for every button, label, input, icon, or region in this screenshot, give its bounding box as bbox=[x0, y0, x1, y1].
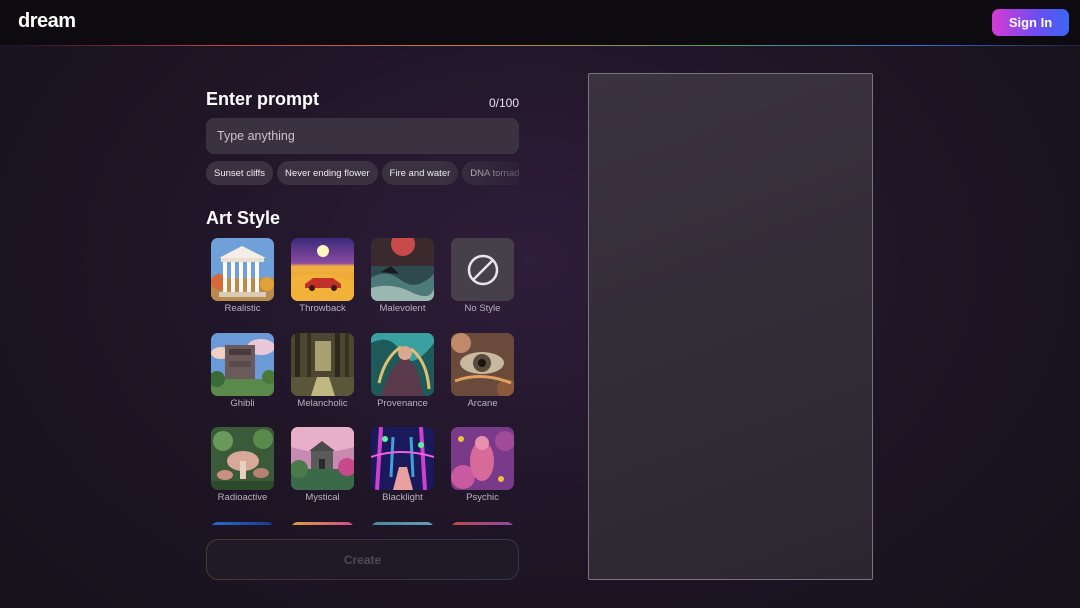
melancholic-thumbnail bbox=[291, 333, 354, 396]
ghibli-thumbnail bbox=[211, 333, 274, 396]
style-label: Throwback bbox=[299, 303, 346, 314]
style-option-provenance[interactable]: Provenance bbox=[366, 328, 439, 414]
style-label: No Style bbox=[464, 303, 501, 314]
style-option-arcane[interactable]: Arcane bbox=[446, 328, 519, 414]
style-label: Provenance bbox=[377, 398, 428, 409]
blacklight-thumbnail bbox=[371, 427, 434, 490]
art-style-heading: Art Style bbox=[206, 208, 281, 228]
style-label: Mystical bbox=[305, 492, 340, 503]
top-bar: dream Sign In bbox=[0, 0, 1080, 46]
style-label: Blacklight bbox=[382, 492, 423, 503]
style-option-partial[interactable] bbox=[286, 517, 359, 525]
style-label: Melancholic bbox=[297, 398, 348, 409]
no-style-icon bbox=[451, 238, 514, 301]
suggestion-chip[interactable]: Fire and water bbox=[381, 161, 459, 185]
style-option-radioactive[interactable]: Radioactive bbox=[206, 422, 279, 508]
sign-in-button[interactable]: Sign In bbox=[992, 9, 1069, 36]
provenance-thumbnail bbox=[371, 333, 434, 396]
prompt-input[interactable] bbox=[206, 118, 519, 154]
mystical-thumbnail bbox=[291, 427, 354, 490]
logo[interactable]: dream bbox=[18, 10, 76, 33]
style-option-malevolent[interactable]: Malevolent bbox=[366, 233, 439, 319]
style-option-blacklight[interactable]: Blacklight bbox=[366, 422, 439, 508]
suggestion-chip[interactable]: Never ending flower bbox=[277, 161, 378, 185]
style-label: Realistic bbox=[224, 303, 261, 314]
throwback-thumbnail bbox=[291, 238, 354, 301]
character-counter: 0/100 bbox=[488, 96, 519, 110]
suggestion-chip[interactable]: DNA tornado bbox=[462, 161, 519, 185]
style-label: Malevolent bbox=[379, 303, 426, 314]
malevolent-thumbnail bbox=[371, 238, 434, 301]
style-label: Psychic bbox=[466, 492, 499, 503]
suggestion-chip[interactable]: Sunset cliffs bbox=[206, 161, 274, 185]
style-option-melancholic[interactable]: Melancholic bbox=[286, 328, 359, 414]
style-label: Arcane bbox=[467, 398, 498, 409]
create-button[interactable]: Create bbox=[206, 539, 519, 580]
style-thumbnail-partial bbox=[451, 522, 514, 525]
style-option-partial[interactable] bbox=[366, 517, 439, 525]
psychic-thumbnail bbox=[451, 427, 514, 490]
radioactive-thumbnail bbox=[211, 427, 274, 490]
style-label: Ghibli bbox=[230, 398, 255, 409]
style-label: Radioactive bbox=[217, 492, 268, 503]
style-thumbnail-partial bbox=[211, 522, 274, 525]
style-option-psychic[interactable]: Psychic bbox=[446, 422, 519, 508]
style-option-realistic[interactable]: Realistic bbox=[206, 233, 279, 319]
art-style-grid: Realistic Throwback Malevolent No Style … bbox=[206, 233, 526, 525]
style-option-partial[interactable] bbox=[446, 517, 519, 525]
style-option-no-style[interactable]: No Style bbox=[446, 233, 519, 319]
realistic-thumbnail bbox=[211, 238, 274, 301]
style-option-throwback[interactable]: Throwback bbox=[286, 233, 359, 319]
style-option-partial[interactable] bbox=[206, 517, 279, 525]
image-preview-panel bbox=[588, 73, 873, 580]
prompt-heading: Enter prompt bbox=[206, 89, 320, 109]
arcane-thumbnail bbox=[451, 333, 514, 396]
style-option-ghibli[interactable]: Ghibli bbox=[206, 328, 279, 414]
style-option-mystical[interactable]: Mystical bbox=[286, 422, 359, 508]
prompt-suggestions: Sunset cliffs Never ending flower Fire and… bbox=[206, 161, 519, 185]
style-thumbnail-partial bbox=[291, 522, 354, 525]
style-thumbnail-partial bbox=[371, 522, 434, 525]
